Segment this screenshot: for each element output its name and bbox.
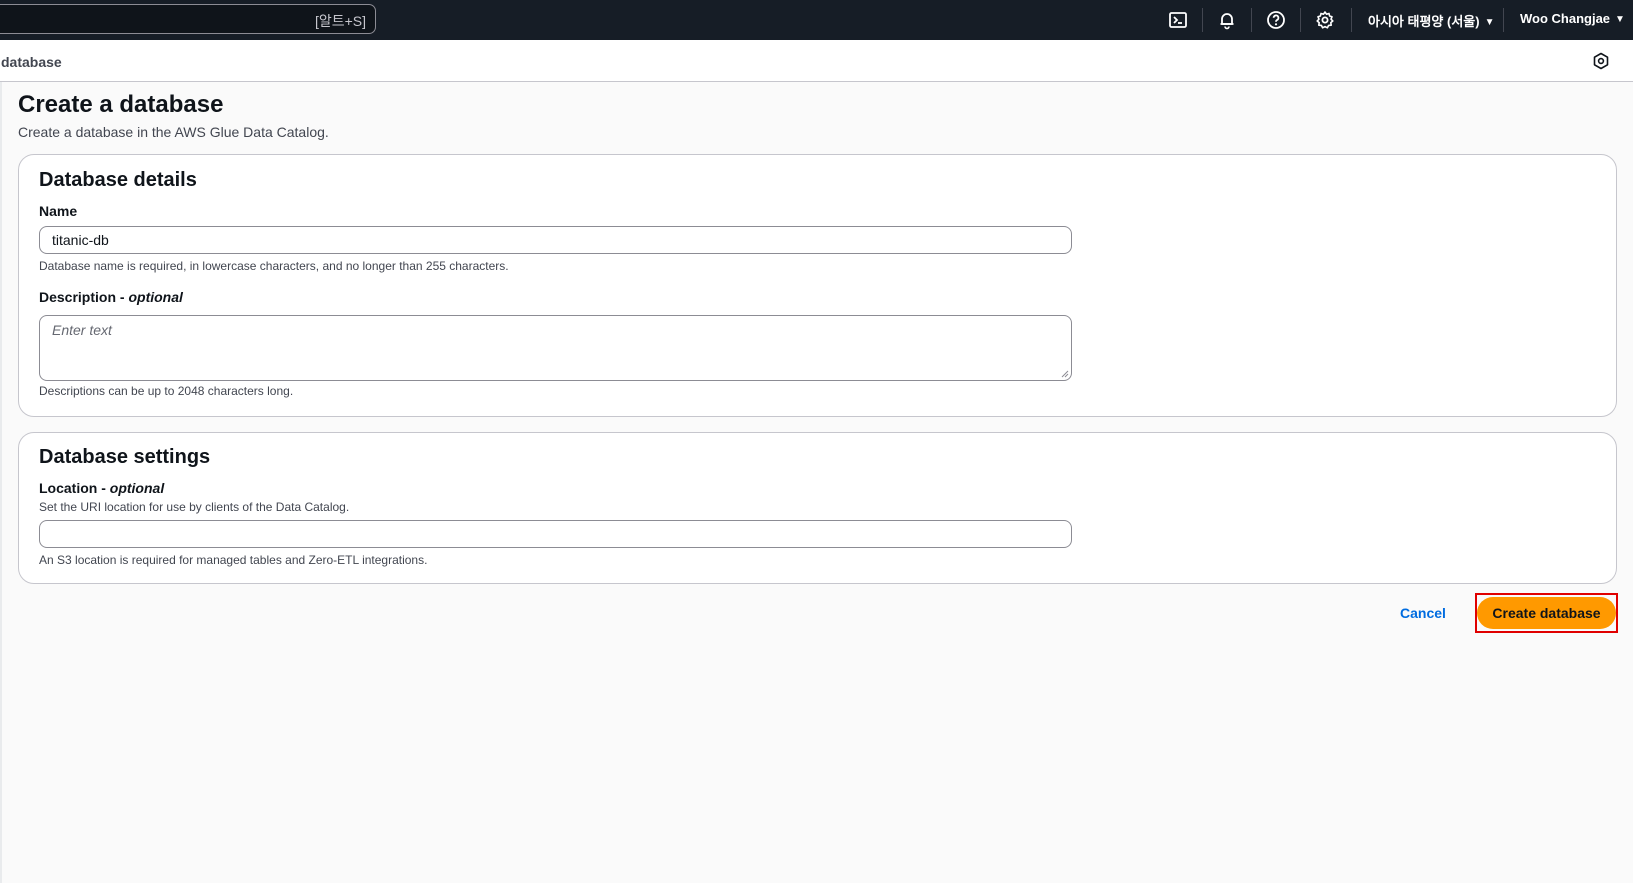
database-name-input[interactable]: [39, 226, 1072, 254]
caret-down-icon: ▼: [1484, 17, 1495, 28]
location-description: Set the URI location for use by clients …: [39, 500, 350, 514]
cancel-button[interactable]: Cancel: [1400, 605, 1446, 621]
description-label: Description - optional: [39, 289, 183, 305]
nav-divider: [1202, 8, 1203, 32]
location-input[interactable]: [39, 520, 1072, 548]
database-details-header: Database details: [39, 169, 197, 191]
description-hint: Descriptions can be up to 2048 character…: [39, 384, 294, 398]
nav-divider: [1251, 8, 1252, 32]
caret-down-icon: ▼: [1615, 14, 1625, 25]
side-panel-edge: [0, 82, 2, 883]
description-textarea[interactable]: Enter text: [39, 315, 1072, 381]
breadcrumb-current: database: [1, 54, 62, 70]
region-selector[interactable]: 아시아 태평양 (서울) ▼: [1368, 11, 1494, 30]
page-title: Create a database: [18, 91, 224, 118]
bell-icon[interactable]: [1216, 9, 1238, 31]
region-label: 아시아 태평양 (서울): [1368, 14, 1480, 29]
nav-divider: [1300, 8, 1301, 32]
description-placeholder: Enter text: [52, 322, 112, 338]
location-label-text: Location -: [39, 480, 110, 496]
database-details-container: Database details Name Database name is r…: [18, 154, 1617, 417]
nav-divider: [1351, 8, 1352, 32]
resize-handle-icon[interactable]: [1061, 370, 1069, 378]
cloudshell-icon[interactable]: [1167, 9, 1189, 31]
name-hint: Database name is required, in lowercase …: [39, 259, 509, 273]
database-settings-header: Database settings: [39, 446, 211, 468]
user-name: Woo Changjae: [1520, 11, 1611, 26]
search-shortcut-hint: [알트+S]: [314, 13, 366, 29]
breadcrumb-bar: database: [0, 40, 1633, 82]
database-settings-container: Database settings Location - optional Se…: [18, 432, 1617, 584]
name-label: Name: [39, 203, 78, 219]
description-label-text: Description -: [39, 289, 129, 305]
help-icon[interactable]: [1265, 9, 1287, 31]
page-description: Create a database in the AWS Glue Data C…: [18, 124, 329, 140]
location-optional-tag: optional: [109, 480, 165, 496]
location-hint: An S3 location is required for managed t…: [39, 553, 428, 567]
create-database-button[interactable]: Create database: [1477, 597, 1616, 629]
account-menu[interactable]: Woo Changjae ▼: [1520, 11, 1625, 26]
location-label: Location - optional: [39, 480, 164, 496]
search-input[interactable]: [알트+S]: [0, 4, 376, 34]
service-info-icon[interactable]: [1592, 52, 1610, 70]
gear-icon[interactable]: [1314, 9, 1336, 31]
nav-divider: [1503, 8, 1504, 32]
description-optional-tag: optional: [128, 289, 183, 305]
top-navigation: [알트+S] 아시아 태평양 (서울) ▼ Woo Changjae ▼: [0, 0, 1633, 40]
